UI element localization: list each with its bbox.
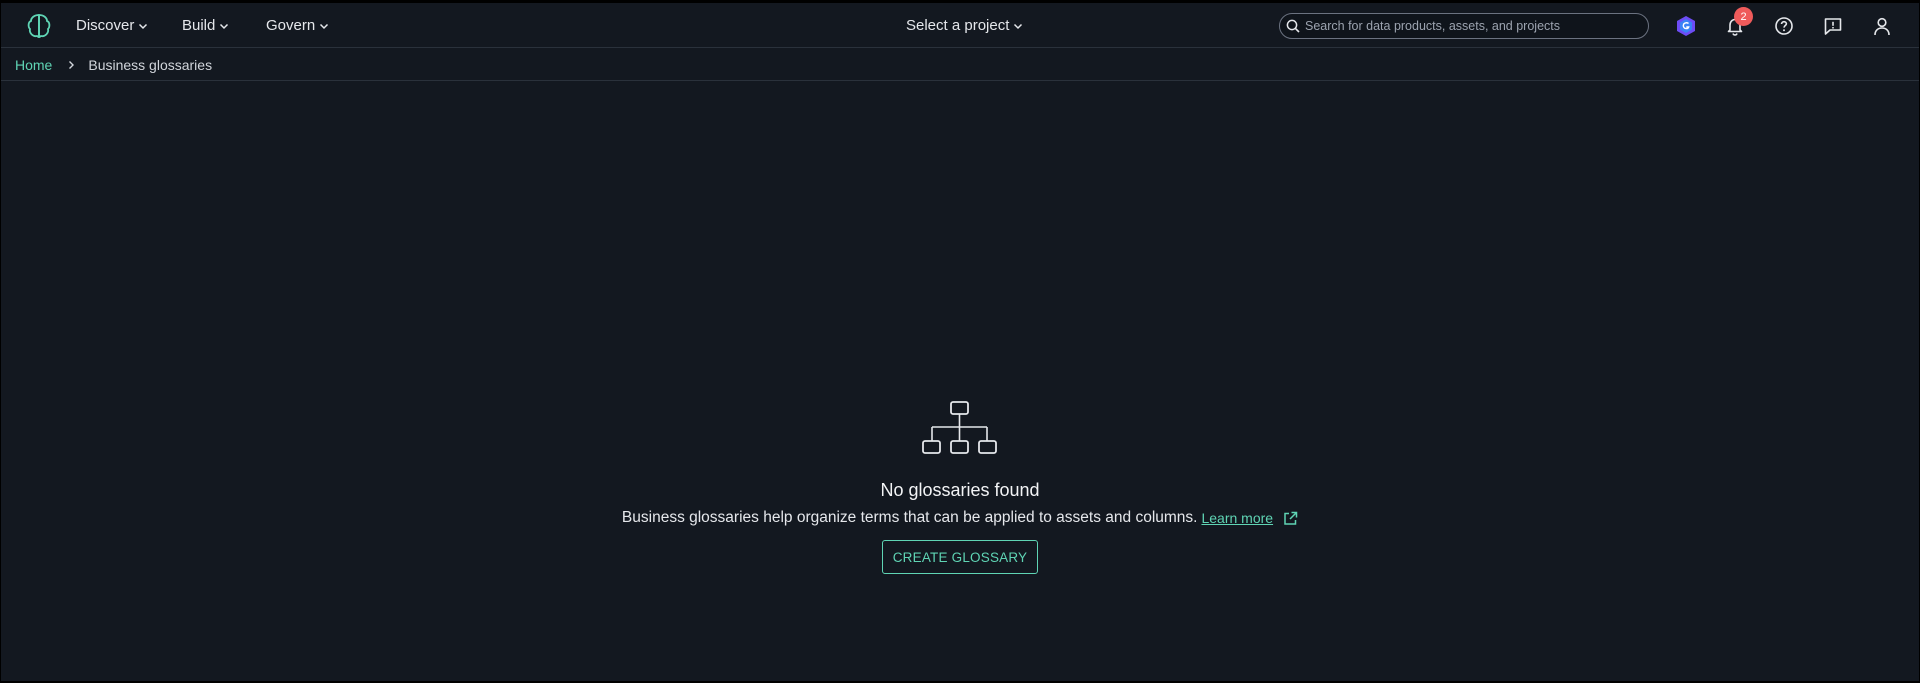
project-selector[interactable]: Select a project [906,17,1023,34]
breadcrumb-home-link[interactable]: Home [15,57,52,73]
chevron-down-icon [220,23,229,29]
help-icon[interactable] [1773,15,1795,37]
chevron-down-icon [1014,23,1023,29]
empty-state: No glossaries found Business glossaries … [1,401,1919,574]
empty-state-description-row: Business glossaries help organize terms … [622,509,1298,527]
notification-count-badge: 2 [1734,7,1753,26]
search-input[interactable] [1305,19,1635,33]
breadcrumb-current: Business glossaries [88,57,213,73]
app-frame: Discover Build Govern Select a project S… [1,3,1919,681]
app-logo-icon[interactable] [25,12,53,40]
empty-state-title: No glossaries found [880,480,1040,500]
chevron-down-icon [139,23,148,29]
nav-discover-label: Discover [76,17,135,34]
top-navigation-bar: Discover Build Govern Select a project S… [1,3,1919,48]
hierarchy-icon [922,401,997,454]
search-bar[interactable] [1279,13,1649,39]
nav-govern[interactable]: Govern [266,17,329,34]
shield-profile-icon[interactable] [1675,15,1697,37]
nav-build[interactable]: Build [182,17,229,34]
nav-govern-label: Govern [266,17,316,34]
nav-discover[interactable]: Discover [76,17,148,34]
search-icon [1286,19,1300,33]
project-selector-label: Select a project [906,17,1010,34]
breadcrumb-divider [1,80,1919,81]
chevron-right-icon [69,61,75,69]
user-icon[interactable] [1871,15,1893,37]
create-glossary-button[interactable]: CREATE GLOSSARY [881,540,1039,574]
learn-more-link[interactable]: Learn more [1201,510,1273,526]
breadcrumb: Home Business glossaries [15,57,212,73]
nav-build-label: Build [182,17,216,34]
feedback-icon[interactable] [1822,15,1844,37]
external-link-icon[interactable] [1283,511,1298,526]
empty-state-description: Business glossaries help organize terms … [621,509,1198,526]
chevron-down-icon [320,23,329,29]
